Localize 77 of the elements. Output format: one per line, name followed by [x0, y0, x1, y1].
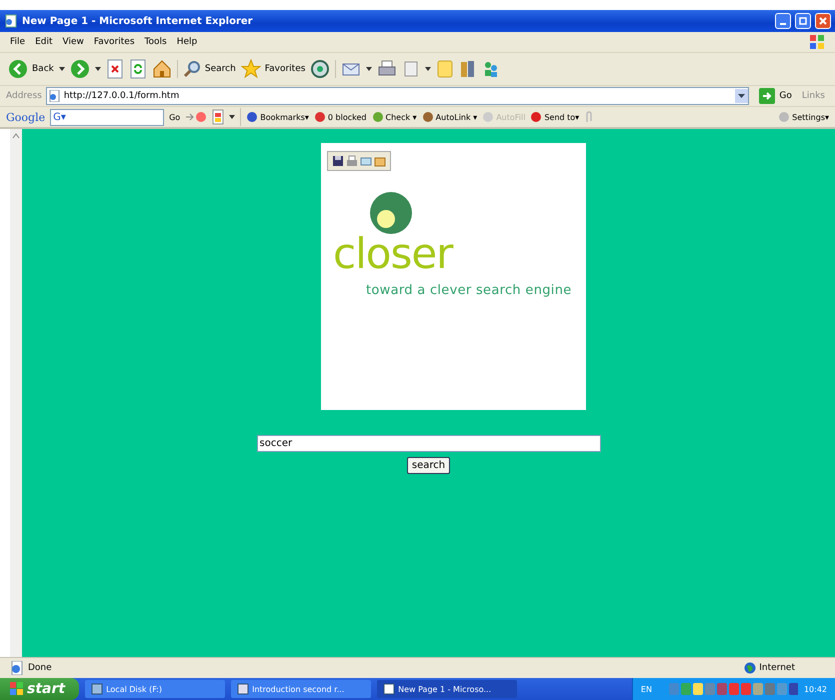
media-icon[interactable]: [310, 59, 330, 79]
google-toolbar-button[interactable]: Check ▾: [372, 111, 417, 123]
back-button[interactable]: Back: [8, 59, 54, 79]
forward-button[interactable]: [70, 59, 90, 79]
toolbar-item-icon: [482, 111, 494, 123]
clock: 10:42: [804, 684, 827, 694]
windows-logo-icon: [10, 682, 24, 696]
maximize-icon: [799, 17, 807, 25]
zone-status: Internet: [744, 662, 825, 674]
google-toolbar-button[interactable]: Send to▾: [530, 111, 580, 123]
dropdown-icon[interactable]: [94, 66, 101, 72]
address-label: Address: [6, 91, 42, 101]
taskbar-button[interactable]: New Page 1 - Microso...: [377, 680, 518, 698]
mail-icon[interactable]: [360, 155, 372, 167]
dropdown-icon[interactable]: [425, 66, 432, 72]
folder-icon[interactable]: [374, 155, 386, 167]
dropdown-icon[interactable]: [735, 89, 748, 103]
address-field[interactable]: http://127.0.0.1/form.htm: [46, 87, 750, 105]
menu-item[interactable]: Favorites: [94, 37, 135, 47]
page-icon: [10, 661, 24, 675]
menu-item[interactable]: File: [10, 37, 26, 47]
document-icon[interactable]: [402, 59, 420, 79]
toolbar-item-icon: [246, 111, 258, 123]
settings-button[interactable]: Settings▾: [778, 111, 829, 123]
menu-item[interactable]: Tools: [144, 37, 167, 47]
toolbar-item-icon: [372, 111, 384, 123]
page-icon: [48, 90, 61, 102]
settings-icon: [778, 111, 790, 123]
search-button[interactable]: search: [406, 457, 450, 474]
close-button[interactable]: [815, 13, 831, 29]
toolbar-item-icon: [530, 111, 542, 123]
window-icon: [91, 683, 104, 695]
menu-item[interactable]: View: [62, 37, 84, 47]
search-field[interactable]: soccer: [256, 435, 600, 452]
save-icon[interactable]: [332, 155, 344, 167]
logo-circle-icon: [369, 191, 413, 235]
window-icon: [237, 683, 250, 695]
status-text: Done: [28, 663, 52, 673]
maximize-button[interactable]: [795, 13, 811, 29]
dropdown-icon[interactable]: [229, 114, 236, 120]
tagline: toward a clever search engine: [366, 282, 573, 298]
paperclip-icon[interactable]: [584, 110, 594, 124]
start-button[interactable]: start: [0, 678, 80, 700]
star-icon: [240, 59, 261, 79]
pagerank-icon[interactable]: [212, 109, 224, 125]
tray-icons-drawing[interactable]: [668, 682, 798, 696]
search-icon: [182, 60, 201, 78]
search-button[interactable]: Search: [182, 60, 236, 78]
google-toolbar-button[interactable]: Bookmarks▾: [246, 111, 309, 123]
arrows-icon[interactable]: [185, 110, 208, 124]
window-icon: [383, 683, 396, 695]
favorites-button[interactable]: Favorites: [240, 59, 306, 79]
minimize-button[interactable]: [775, 13, 791, 29]
go-button[interactable]: Go: [169, 112, 180, 122]
close-icon: [819, 17, 827, 25]
stop-icon[interactable]: [106, 59, 124, 79]
toolbar-item-icon: [422, 111, 434, 123]
page-icon: [4, 14, 18, 28]
toolbar-item-icon: [314, 111, 326, 123]
scroll-up-icon[interactable]: [11, 131, 21, 141]
dropdown-icon[interactable]: [58, 66, 65, 72]
taskbar-button[interactable]: Local Disk (F:): [85, 680, 226, 698]
menu-item[interactable]: Help: [176, 37, 198, 47]
home-icon[interactable]: [152, 59, 172, 79]
window-title: New Page 1 - Microsoft Internet Explorer: [22, 16, 253, 26]
windows-logo-icon: [809, 34, 825, 50]
google-toolbar-button[interactable]: 0 blocked: [314, 111, 366, 123]
google-search-field[interactable]: G▾: [50, 108, 164, 126]
go-button[interactable]: Go: [753, 88, 798, 104]
menu-item[interactable]: Edit: [35, 37, 52, 47]
refresh-icon[interactable]: [128, 59, 147, 79]
logo-text: closer: [333, 235, 452, 273]
google-logo: Google: [6, 110, 46, 124]
globe-icon: [744, 662, 756, 674]
taskbar-button[interactable]: Introduction second r...: [231, 680, 372, 698]
google-toolbar-button[interactable]: AutoLink ▾: [422, 111, 478, 123]
dropdown-icon[interactable]: [366, 66, 372, 72]
